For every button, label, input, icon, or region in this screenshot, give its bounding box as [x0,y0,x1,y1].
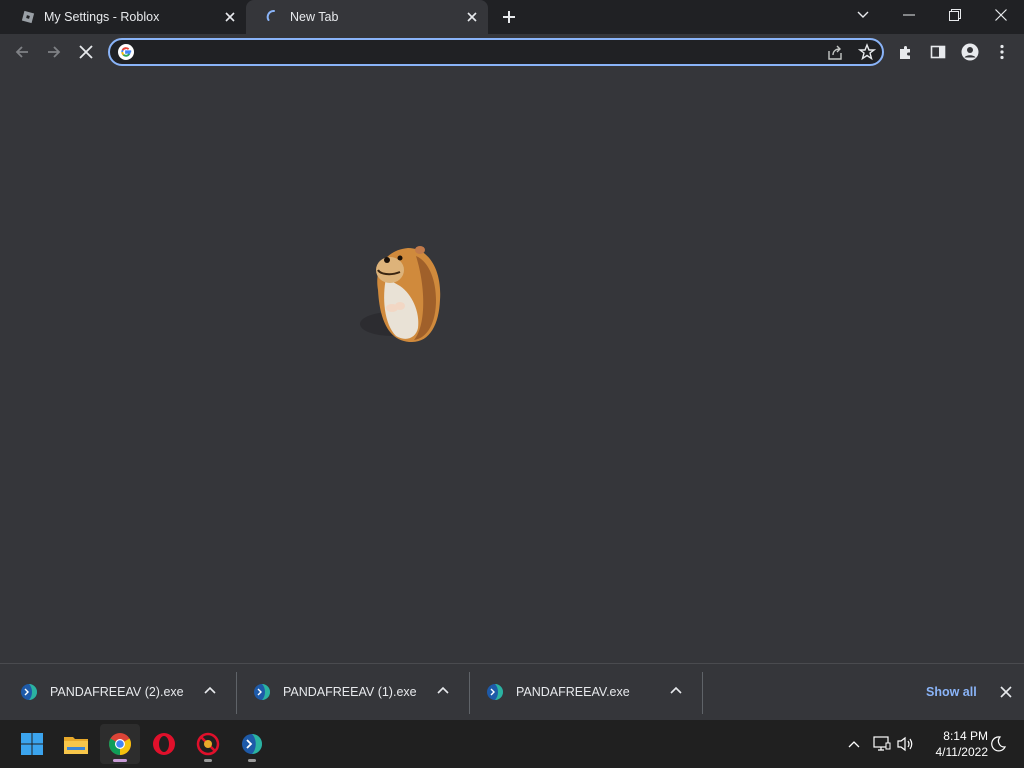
tab-roblox-settings[interactable]: My Settings - Roblox [0,0,246,34]
back-button[interactable] [8,38,36,66]
stop-loading-button[interactable] [72,38,100,66]
arrow-left-icon [15,46,28,58]
network-button[interactable] [872,734,892,754]
download-item[interactable]: PANDAFREEAV (2).exe [0,664,233,720]
share-icon[interactable] [826,44,844,62]
chevron-up-icon[interactable] [669,684,683,698]
download-filename: PANDAFREEAV (1).exe [283,685,417,699]
loading-spinner-icon [266,9,282,25]
download-shelf: PANDAFREEAV (2).exe PANDAFREEAV (1).exe … [0,663,1024,720]
tab-title: New Tab [290,10,339,24]
network-icon [873,736,891,751]
speaker-icon [897,736,913,752]
taskbar: 8:14 PM 4/11/2022 [0,720,1024,768]
clock-time: 8:14 PM [943,729,988,743]
google-icon [118,44,134,60]
close-window-button[interactable] [978,0,1024,30]
start-icon [21,733,43,755]
tab-new-tab[interactable]: New Tab [246,0,488,34]
chevron-up-icon[interactable] [203,684,217,698]
address-input[interactable] [142,43,802,61]
pandafreeav-icon [242,734,262,754]
restore-icon [949,9,961,21]
chrome-icon [109,733,131,755]
roblox-icon [20,9,36,25]
blocked-app-icon [196,732,220,756]
moon-icon [991,736,1006,752]
extensions-button[interactable] [892,38,920,66]
clock-date: 4/11/2022 [935,745,989,759]
tab-search-button[interactable] [840,0,886,30]
minimize-button[interactable] [886,0,932,30]
taskbar-pandafreeav[interactable] [232,724,272,764]
taskbar-chrome[interactable] [100,724,140,764]
chevron-down-icon [857,11,869,18]
download-item[interactable]: PANDAFREEAV (1).exe [233,664,466,720]
close-tab-icon[interactable] [464,9,480,25]
download-item[interactable]: PANDAFREEAV.exe [466,664,699,720]
exe-file-icon [254,684,270,700]
exe-file-icon [487,684,503,700]
close-icon [79,45,93,59]
menu-button[interactable] [988,38,1016,66]
exe-file-icon [21,684,37,700]
profile-icon [961,43,979,61]
page-content [0,70,1024,663]
minimize-icon [903,14,915,16]
arrow-right-icon [48,46,61,58]
taskbar-opera[interactable] [144,724,184,764]
restore-button[interactable] [932,0,978,30]
chevron-up-icon [848,741,860,748]
plus-icon [503,11,515,23]
active-indicator [113,759,127,762]
running-indicator [204,759,212,762]
volume-button[interactable] [896,734,916,754]
toolbar [0,34,1024,70]
show-all-button[interactable]: Show all [914,682,989,702]
three-dots-icon [1000,44,1004,60]
close-icon [995,9,1007,21]
taskbar-blocked-app[interactable] [188,724,228,764]
running-indicator [248,759,256,762]
profile-button[interactable] [956,38,984,66]
download-filename: PANDAFREEAV.exe [516,685,630,699]
tab-title: My Settings - Roblox [44,10,160,24]
side-panel-button[interactable] [924,38,952,66]
close-shelf-button[interactable] [996,682,1016,702]
divider [702,672,703,714]
chevron-up-icon[interactable] [436,684,450,698]
file-explorer-icon [64,737,88,754]
hamster-image [360,246,441,342]
address-bar[interactable] [108,38,884,66]
close-icon [1000,686,1012,698]
new-tab-button[interactable] [497,5,521,29]
side-panel-icon [930,45,946,59]
forward-button[interactable] [40,38,68,66]
show-hidden-icons-button[interactable] [844,734,864,754]
bookmark-star-icon[interactable] [858,43,876,61]
opera-icon [153,733,175,755]
focus-assist-button[interactable] [988,734,1008,754]
taskbar-clock[interactable]: 8:14 PM 4/11/2022 [918,728,989,760]
start-button[interactable] [12,724,52,764]
taskbar-file-explorer[interactable] [56,724,96,764]
puzzle-icon [900,46,910,59]
close-tab-icon[interactable] [222,9,238,25]
tab-strip: My Settings - Roblox New Tab [0,0,1024,34]
download-filename: PANDAFREEAV (2).exe [50,685,184,699]
